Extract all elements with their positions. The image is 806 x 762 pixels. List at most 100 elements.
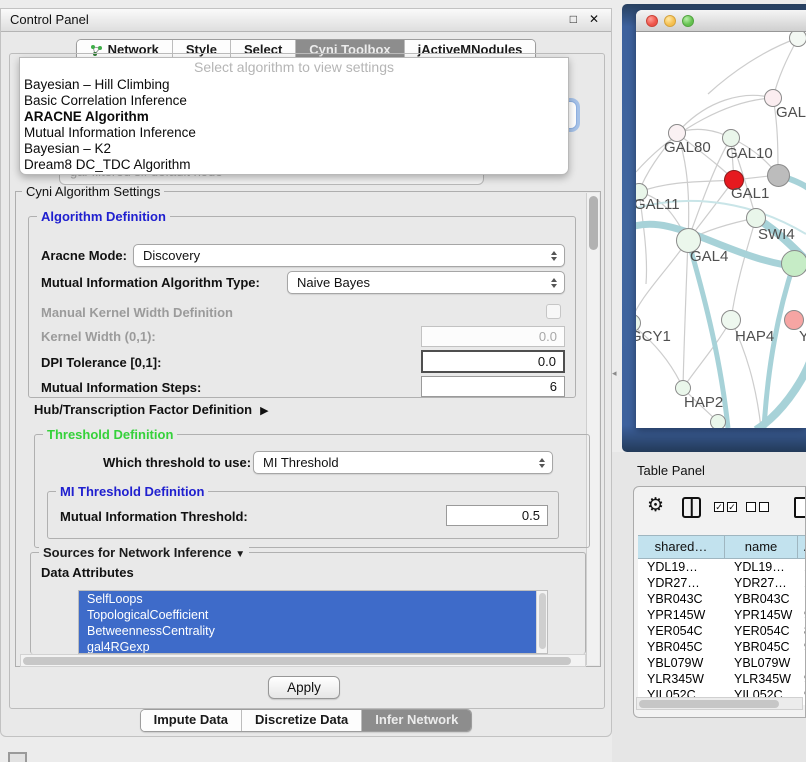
node-label-hap4: HAP4: [735, 328, 774, 345]
cell: [798, 591, 806, 607]
mi-type-combo[interactable]: Naive Bayes: [287, 271, 565, 294]
minimized-panel-icon[interactable]: [8, 752, 27, 762]
window-minimize-button[interactable]: [664, 15, 676, 27]
attributes-scrollbar-thumb[interactable]: [539, 593, 546, 649]
settings-horizontal-scrollbar[interactable]: [20, 654, 586, 667]
kernel-width-label: Kernel Width (0,1):: [41, 329, 156, 344]
dropdown-item-aracne[interactable]: ARACNE Algorithm: [20, 109, 568, 125]
network-view-panel: GAL GAL80 GAL10 GAL1 GAL11 SWI4 GAL4 GCY…: [622, 4, 806, 452]
table-panel-title: Table Panel: [637, 463, 705, 478]
network-node-hap4[interactable]: [721, 310, 741, 330]
window-zoom-button[interactable]: [682, 15, 694, 27]
settings-vertical-scrollbar[interactable]: [586, 193, 599, 665]
select-all-checkbox-icon[interactable]: ✓: [727, 502, 737, 512]
table-panel: Table Panel ⚙ ✓ ✓ shared… name A YDL19…Y…: [612, 452, 806, 762]
float-panel-icon[interactable]: □: [570, 12, 577, 26]
table-settings-gear-icon[interactable]: ⚙: [647, 494, 664, 518]
node-label-hap2: HAP2: [684, 394, 723, 411]
network-window-titlebar[interactable]: [636, 10, 806, 32]
table-horizontal-scrollbar[interactable]: [636, 697, 803, 710]
tab-infer-network[interactable]: Infer Network: [362, 710, 471, 731]
tab-impute-data[interactable]: Impute Data: [141, 710, 242, 731]
table-row[interactable]: YBR045CYBR045C9.: [638, 639, 806, 655]
manual-kernel-checkbox[interactable]: [546, 304, 561, 319]
dropdown-item-dream8[interactable]: Dream8 DC_TDC Algorithm: [20, 157, 568, 173]
column-header-shared-name[interactable]: shared…: [638, 536, 725, 558]
node-label-swi4: SWI4: [758, 226, 795, 243]
deselect-all-checkbox-icon[interactable]: [746, 502, 756, 512]
table-row[interactable]: YDL19…YDL19…13: [638, 559, 806, 575]
network-node-salmon[interactable]: [784, 310, 804, 330]
table-row[interactable]: YDR27…YDR27…12: [638, 575, 806, 591]
network-canvas[interactable]: GAL GAL80 GAL10 GAL1 GAL11 SWI4 GAL4 GCY…: [636, 32, 806, 428]
kernel-width-field[interactable]: 0.0: [421, 326, 565, 347]
node-label-y: Y: [799, 328, 806, 345]
dpi-tolerance-label: DPI Tolerance [0,1]:: [41, 355, 161, 370]
dropdown-item-mutual-information[interactable]: Mutual Information Inference: [20, 125, 568, 141]
new-file-icon[interactable]: [794, 497, 806, 518]
table-toolbar: ⚙ ✓ ✓: [634, 487, 805, 533]
manual-kernel-label: Manual Kernel Width Definition: [41, 305, 233, 320]
table-row[interactable]: YBL079WYBL079W: [638, 655, 806, 671]
table-row[interactable]: YER054CYER054C8.: [638, 623, 806, 639]
mi-steps-field[interactable]: 6: [421, 376, 565, 397]
network-node-gal1[interactable]: [746, 208, 766, 228]
dropdown-item-bayesian-k2[interactable]: Bayesian – K2: [20, 141, 568, 157]
mi-threshold-group: MI Threshold Definition Mutual Informati…: [47, 491, 559, 539]
cell: 8.: [798, 623, 806, 639]
splitter-handle-icon[interactable]: ◂: [612, 368, 617, 379]
settings-scrollbar-thumb[interactable]: [589, 196, 598, 250]
table-hscrollbar-thumb[interactable]: [639, 700, 779, 708]
list-item-selfloops[interactable]: SelfLoops: [79, 591, 547, 607]
dropdown-item-bayesian-hill-climbing[interactable]: Bayesian – Hill Climbing: [20, 77, 568, 93]
dropdown-item-basic-correlation[interactable]: Basic Correlation Inference: [20, 93, 568, 109]
control-panel-titlebar: Control Panel □ ✕: [1, 9, 611, 32]
cell: 9.: [798, 687, 806, 697]
list-item-topologicalcoefficient[interactable]: TopologicalCoefficient: [79, 607, 547, 623]
apply-button[interactable]: Apply: [268, 676, 340, 699]
table-row-clipped[interactable]: YIL052CYIL052C9.: [638, 687, 806, 697]
combo-spinner-icon: [536, 452, 548, 473]
tab-discretize-data[interactable]: Discretize Data: [242, 710, 362, 731]
settings-hscrollbar-thumb[interactable]: [23, 657, 571, 665]
mi-threshold-field[interactable]: 0.5: [446, 505, 548, 526]
node-label-gcy1: GCY1: [636, 328, 671, 345]
expander-down-arrow-icon[interactable]: ▼: [235, 549, 245, 560]
deselect-all-checkbox-icon[interactable]: [759, 502, 769, 512]
aracne-mode-label: Aracne Mode:: [41, 248, 127, 263]
combo-spinner-icon: [548, 245, 560, 266]
hub-definition-expander[interactable]: Hub/Transcription Factor Definition▶: [34, 402, 269, 417]
attributes-vertical-scrollbar[interactable]: [536, 591, 547, 653]
close-panel-icon[interactable]: ✕: [589, 12, 599, 26]
node-label-gal80: GAL80: [664, 139, 711, 156]
node-label-gal10: GAL10: [726, 145, 773, 162]
table-window: ⚙ ✓ ✓ shared… name A YDL19…YDL19…13 YDR2…: [633, 486, 806, 718]
algorithm-definition-group: Algorithm Definition Aracne Mode: Discov…: [28, 216, 576, 398]
cell: YER054C: [638, 623, 725, 639]
list-item-betweennesscentrality[interactable]: BetweennessCentrality: [79, 623, 547, 639]
column-header-name[interactable]: name: [725, 536, 798, 558]
cell: YDR27…: [725, 575, 798, 591]
network-node-gray[interactable]: [767, 164, 790, 187]
node-label-gal1: GAL1: [731, 185, 769, 202]
cell: YDR27…: [638, 575, 725, 591]
aracne-mode-combo[interactable]: Discovery: [133, 244, 565, 267]
table-row[interactable]: YBR043CYBR043C: [638, 591, 806, 607]
cell: YBL079W: [725, 655, 798, 671]
column-layout-icon[interactable]: [682, 497, 701, 518]
mi-type-value: Naive Bayes: [297, 275, 370, 290]
expander-right-arrow-icon: ▶: [260, 405, 268, 417]
network-node-swi4[interactable]: [781, 250, 806, 277]
table-row[interactable]: YLR345WYLR345W9.: [638, 671, 806, 687]
which-threshold-combo[interactable]: MI Threshold: [253, 451, 553, 474]
window-close-button[interactable]: [646, 15, 658, 27]
control-panel: Control Panel □ ✕: [0, 8, 612, 737]
data-attributes-list: SelfLoops TopologicalCoefficient Between…: [78, 590, 548, 654]
table-row[interactable]: YPR145WYPR145W9.: [638, 607, 806, 623]
dpi-tolerance-field[interactable]: 0.0: [421, 350, 565, 373]
select-all-checkbox-icon[interactable]: ✓: [714, 502, 724, 512]
list-item-gal4rgexp[interactable]: gal4RGexp: [79, 639, 547, 654]
network-node[interactable]: [789, 32, 806, 47]
column-header-partial[interactable]: A: [798, 536, 806, 558]
network-node[interactable]: [710, 414, 726, 428]
